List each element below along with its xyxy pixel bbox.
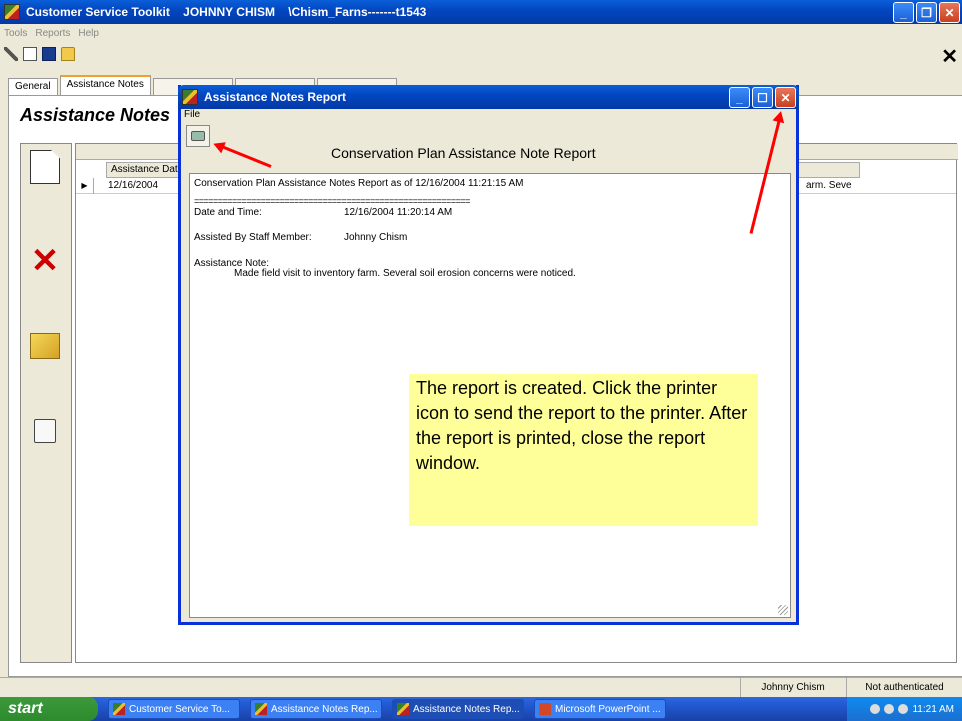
staff-value: Johnny Chism [344, 232, 408, 243]
system-tray: 11:21 AM [847, 697, 962, 721]
menubar: Tools Reports Help [0, 24, 962, 42]
wrench-icon[interactable] [4, 47, 18, 61]
status-user: Johnny Chism [740, 678, 845, 697]
report-icon[interactable] [34, 419, 56, 443]
taskbar-item-report-2[interactable]: Assistance Notes Rep... [392, 699, 524, 719]
minimize-button[interactable]: _ [893, 2, 914, 23]
print-button[interactable] [186, 125, 210, 147]
page-title: Assistance Notes [20, 105, 171, 125]
open-note-icon[interactable] [30, 333, 60, 359]
tab-assistance-notes[interactable]: Assistance Notes [59, 75, 151, 95]
restore-button[interactable]: ❐ [916, 2, 937, 23]
taskbar-item-label: Assistance Notes Rep... [271, 703, 378, 715]
taskbar-item-customer-service[interactable]: Customer Service To... [108, 699, 240, 719]
delete-note-icon[interactable]: ✕ [30, 244, 60, 278]
taskbar-item-report-1[interactable]: Assistance Notes Rep... [250, 699, 382, 719]
dialog-maximize-button[interactable]: ☐ [752, 87, 773, 108]
dialog-titlebar: Assistance Notes Report _ ☐ ✕ [178, 85, 799, 109]
toolkit-icon [397, 703, 409, 715]
clock[interactable]: 11:21 AM [912, 704, 954, 715]
window-controls: _ ❐ ✕ [893, 2, 960, 23]
resize-grip-icon[interactable] [778, 605, 788, 615]
new-note-icon[interactable] [30, 150, 60, 184]
staff-label: Assisted By Staff Member: [194, 232, 312, 243]
tab-general[interactable]: General [8, 78, 58, 95]
note-text: Made field visit to inventory farm. Seve… [234, 268, 576, 279]
menu-reports[interactable]: Reports [35, 28, 70, 39]
date-label: Date and Time: [194, 207, 262, 218]
start-button[interactable]: start [0, 697, 98, 721]
powerpoint-icon [539, 703, 551, 715]
security-icon[interactable] [884, 704, 895, 714]
toolkit-icon [255, 703, 267, 715]
network-icon[interactable] [870, 704, 881, 714]
report-title: Conservation Plan Assistance Note Report [331, 145, 596, 161]
open-folder-icon[interactable] [61, 47, 75, 61]
row-note-fragment: arm. Seve [806, 180, 852, 191]
taskbar-item-label: Microsoft PowerPoint ... [555, 703, 661, 715]
date-value: 12/16/2004 11:20:14 AM [344, 207, 453, 218]
new-document-icon[interactable] [23, 47, 37, 61]
close-toolkit-icon[interactable]: ✕ [941, 44, 958, 69]
volume-icon[interactable] [898, 704, 909, 714]
row-date: 12/16/2004 [108, 180, 159, 191]
instruction-callout: The report is created. Click the printer… [409, 374, 758, 526]
main-titlebar: Customer Service Toolkit JOHNNY CHISM \C… [0, 0, 962, 24]
window-title: Customer Service Toolkit JOHNNY CHISM \C… [26, 5, 427, 19]
statusbar: Johnny Chism Not authenticated [0, 677, 962, 697]
dialog-title: Assistance Notes Report [204, 90, 347, 104]
toolkit-app-icon [4, 4, 20, 20]
menu-help[interactable]: Help [78, 28, 99, 39]
menu-tools[interactable]: Tools [4, 28, 27, 39]
taskbar-item-label: Assistance Notes Rep... [413, 703, 520, 715]
dialog-minimize-button[interactable]: _ [729, 87, 750, 108]
taskbar-item-powerpoint[interactable]: Microsoft PowerPoint ... [534, 699, 666, 719]
side-toolbar: ✕ [20, 143, 72, 663]
status-auth: Not authenticated [846, 678, 962, 697]
close-button[interactable]: ✕ [939, 2, 960, 23]
taskbar: start Customer Service To... Assistance … [0, 697, 962, 721]
dialog-close-button[interactable]: ✕ [775, 87, 796, 108]
printer-icon [191, 131, 205, 141]
toolkit-icon [113, 703, 125, 715]
row-selector-icon: ▶ [76, 178, 94, 194]
report-header-line: Conservation Plan Assistance Notes Repor… [194, 178, 524, 189]
taskbar-item-label: Customer Service To... [129, 703, 230, 715]
dialog-app-icon [182, 89, 198, 105]
save-icon[interactable] [42, 47, 56, 61]
dialog-controls: _ ☐ ✕ [729, 87, 796, 108]
dialog-menu-file[interactable]: File [184, 109, 200, 120]
main-toolbar [0, 42, 962, 66]
report-separator: ========================================… [194, 196, 470, 206]
